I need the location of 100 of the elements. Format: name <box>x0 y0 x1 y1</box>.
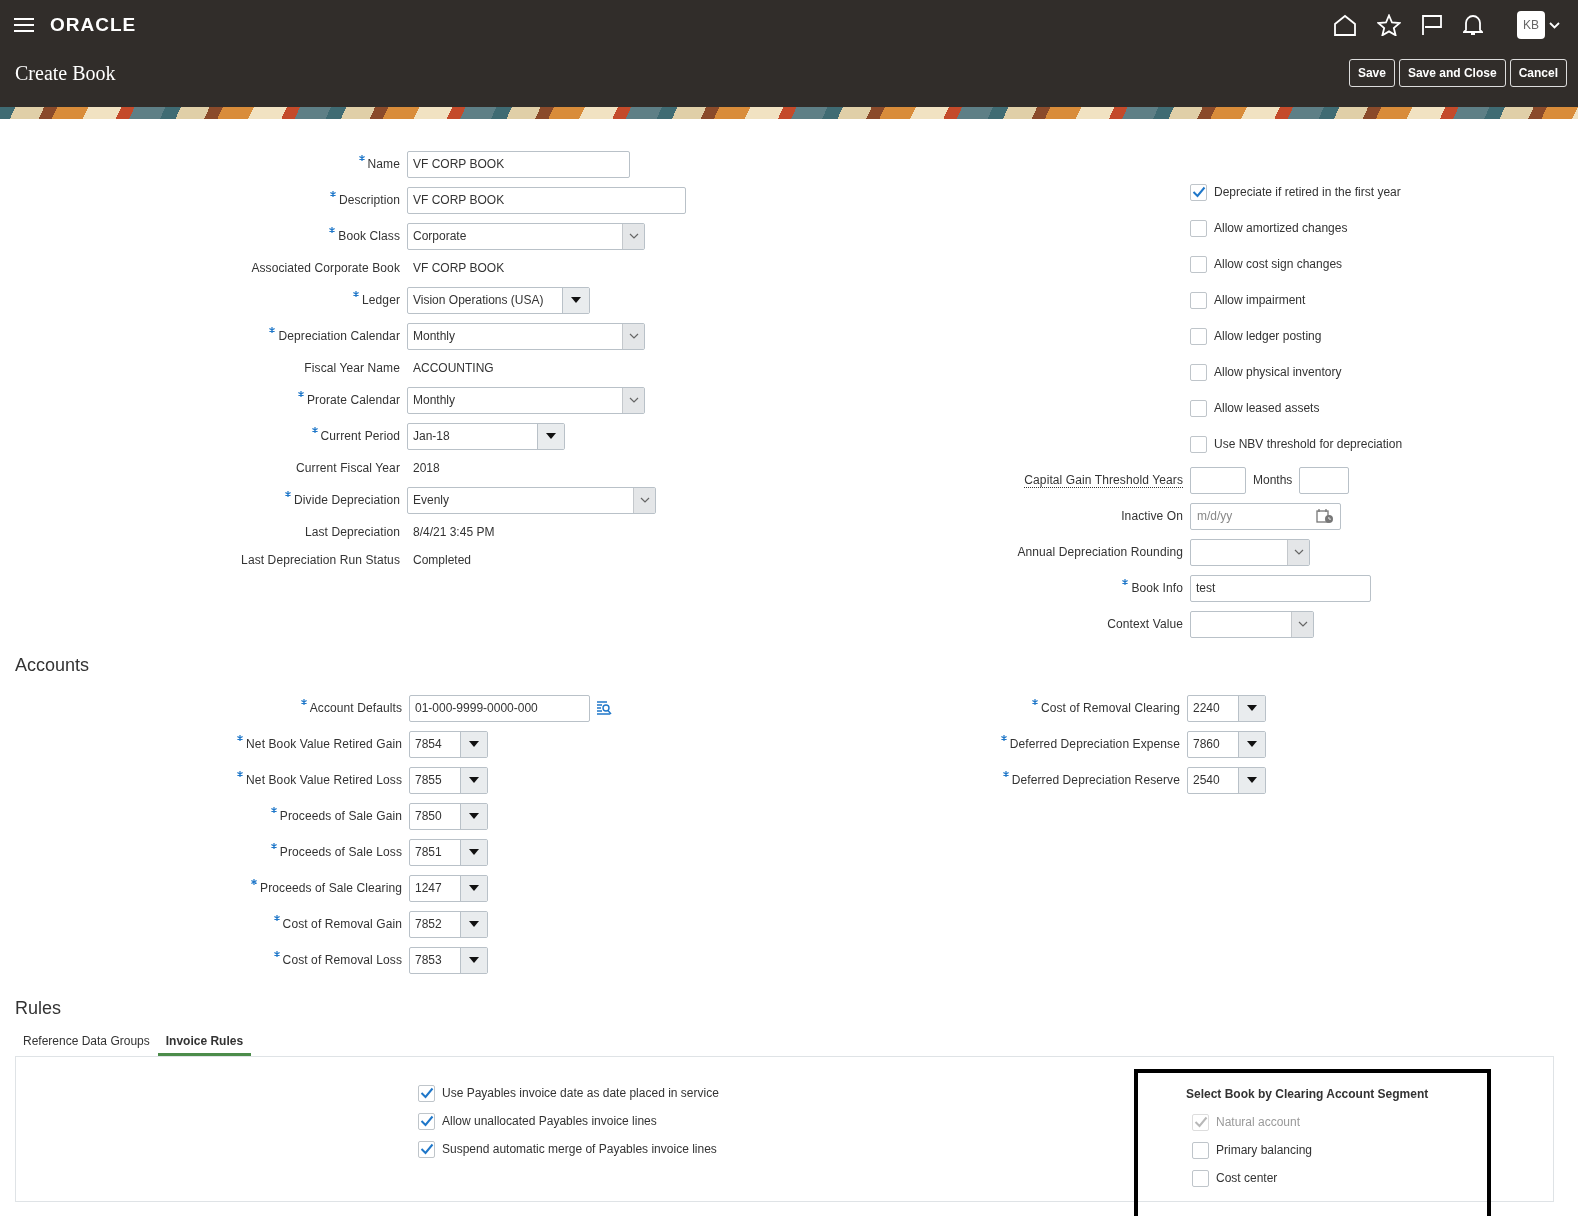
field-label: Cost of Removal Clearing <box>1040 701 1180 715</box>
combo-field[interactable]: 7850 <box>409 802 488 830</box>
account-field[interactable]: 01-000-9999-0000-000 <box>409 694 590 722</box>
months-label: Months <box>1253 473 1293 487</box>
combo-field[interactable]: 7854 <box>409 730 488 758</box>
field-value: ACCOUNTING <box>412 361 494 375</box>
combo-field[interactable]: 7853 <box>409 946 488 974</box>
field-label: Deferred Depreciation Reserve <box>1011 773 1180 787</box>
combo-field[interactable]: 7851 <box>409 838 488 866</box>
checkbox[interactable] <box>418 1084 435 1102</box>
checkbox[interactable] <box>418 1112 435 1130</box>
checkbox-label: Cost center <box>1216 1171 1278 1185</box>
checkbox[interactable] <box>1190 399 1207 417</box>
field-label: Deferred Depreciation Expense <box>1009 737 1180 751</box>
field-label: Depreciation Calendar <box>278 329 400 343</box>
dropdown-arrow-icon <box>469 777 479 783</box>
months-field[interactable] <box>1299 466 1350 494</box>
bell-icon[interactable] <box>1463 14 1483 36</box>
text-field[interactable]: VF CORP BOOK <box>407 150 630 178</box>
header-button[interactable]: Save <box>1348 59 1395 87</box>
chevron-down-icon <box>628 397 639 403</box>
checkbox[interactable] <box>1190 363 1207 381</box>
field-label: Book Info <box>1131 581 1183 595</box>
checkbox-label: Allow cost sign changes <box>1214 257 1343 271</box>
chevron-down-icon <box>1297 621 1308 627</box>
flag-icon[interactable] <box>1421 14 1443 36</box>
checkbox[interactable] <box>1190 255 1207 273</box>
checkbox[interactable] <box>1190 327 1207 345</box>
field-label: Associated Corporate Book <box>251 261 400 275</box>
group-title: Select Book by Clearing Account Segment <box>1186 1086 1429 1103</box>
checkbox[interactable] <box>1190 435 1207 453</box>
field-label: Net Book Value Retired Loss <box>246 773 402 787</box>
combo-field[interactable]: Jan-18 <box>407 422 565 450</box>
field-label: Account Defaults <box>309 701 402 715</box>
search-icon[interactable] <box>596 700 612 716</box>
user-avatar[interactable]: KB <box>1517 11 1545 39</box>
dropdown-arrow-icon <box>1247 777 1257 783</box>
checkbox-label: Use Payables invoice date as date placed in service <box>442 1086 719 1100</box>
select-field[interactable] <box>1190 610 1314 638</box>
checkbox[interactable] <box>1192 1141 1209 1159</box>
field-label: Name <box>367 157 400 171</box>
field-label: Annual Depreciation Rounding <box>1017 545 1183 559</box>
date-field[interactable]: m/d/yy <box>1190 502 1341 530</box>
field-label: Context Value <box>1107 617 1183 631</box>
header-button[interactable]: Cancel <box>1509 59 1567 87</box>
section-heading: Rules <box>14 997 63 1020</box>
tab[interactable]: Invoice Rules <box>157 1028 252 1056</box>
dropdown-arrow-icon <box>546 433 556 439</box>
select-field[interactable]: Monthly <box>407 322 645 350</box>
menu-icon[interactable] <box>14 17 34 33</box>
select-field[interactable]: Corporate <box>407 222 645 250</box>
chevron-down-icon[interactable] <box>1549 21 1560 29</box>
checkbox-label: Allow amortized changes <box>1214 221 1348 235</box>
field-label: Proceeds of Sale Clearing <box>260 881 402 895</box>
field-label: Cost of Removal Gain <box>282 917 402 931</box>
checkbox-label: Depreciate if retired in the first year <box>1214 185 1401 199</box>
years-field[interactable] <box>1190 466 1246 494</box>
field-label: Book Class <box>338 229 400 243</box>
checkbox[interactable] <box>1190 219 1207 237</box>
field-value: VF CORP BOOK <box>412 261 505 275</box>
star-icon[interactable] <box>1377 14 1401 36</box>
dropdown-arrow-icon <box>1247 741 1257 747</box>
checkbox[interactable] <box>1192 1169 1209 1187</box>
select-field[interactable]: Evenly <box>407 486 656 514</box>
combo-field[interactable]: 2540 <box>1187 766 1266 794</box>
checkbox-label: Allow impairment <box>1214 293 1306 307</box>
field-label: Proceeds of Sale Loss <box>279 845 402 859</box>
dropdown-arrow-icon <box>469 957 479 963</box>
home-icon[interactable] <box>1333 14 1357 36</box>
header-button[interactable]: Save and Close <box>1398 59 1506 87</box>
field-value: 8/4/21 3:45 PM <box>412 525 495 539</box>
checkbox-label: Allow unallocated Payables invoice lines <box>442 1114 657 1128</box>
text-field[interactable]: VF CORP BOOK <box>407 186 686 214</box>
select-field[interactable] <box>1190 538 1310 566</box>
field-label: Proceeds of Sale Gain <box>279 809 402 823</box>
checkbox[interactable] <box>1190 183 1207 201</box>
field-label: Ledger <box>362 293 400 307</box>
combo-field[interactable]: 7860 <box>1187 730 1266 758</box>
field-label: Inactive On <box>1121 509 1183 523</box>
tab[interactable]: Reference Data Groups <box>15 1028 158 1056</box>
oracle-logo[interactable]: ORACLE <box>50 14 137 36</box>
select-field[interactable]: Monthly <box>407 386 645 414</box>
dropdown-arrow-icon <box>1247 705 1257 711</box>
text-field[interactable]: test <box>1190 574 1371 602</box>
field-label: Description <box>338 193 400 207</box>
field-label: Capital Gain Threshold Years <box>1024 472 1183 488</box>
combo-field[interactable]: Vision Operations (USA) <box>407 286 590 314</box>
dropdown-arrow-icon <box>469 885 479 891</box>
combo-field[interactable]: 1247 <box>409 874 488 902</box>
field-label: Net Book Value Retired Gain <box>246 737 402 751</box>
combo-field[interactable]: 2240 <box>1187 694 1266 722</box>
checkbox-label: Suspend automatic merge of Payables invoice lines <box>442 1142 717 1156</box>
checkbox-label: Natural account <box>1216 1115 1301 1129</box>
checkbox[interactable] <box>418 1140 435 1158</box>
dropdown-arrow-icon <box>571 297 581 303</box>
dropdown-arrow-icon <box>469 741 479 747</box>
combo-field[interactable]: 7855 <box>409 766 488 794</box>
calendar-icon[interactable] <box>1316 508 1334 524</box>
checkbox[interactable] <box>1190 291 1207 309</box>
combo-field[interactable]: 7852 <box>409 910 488 938</box>
